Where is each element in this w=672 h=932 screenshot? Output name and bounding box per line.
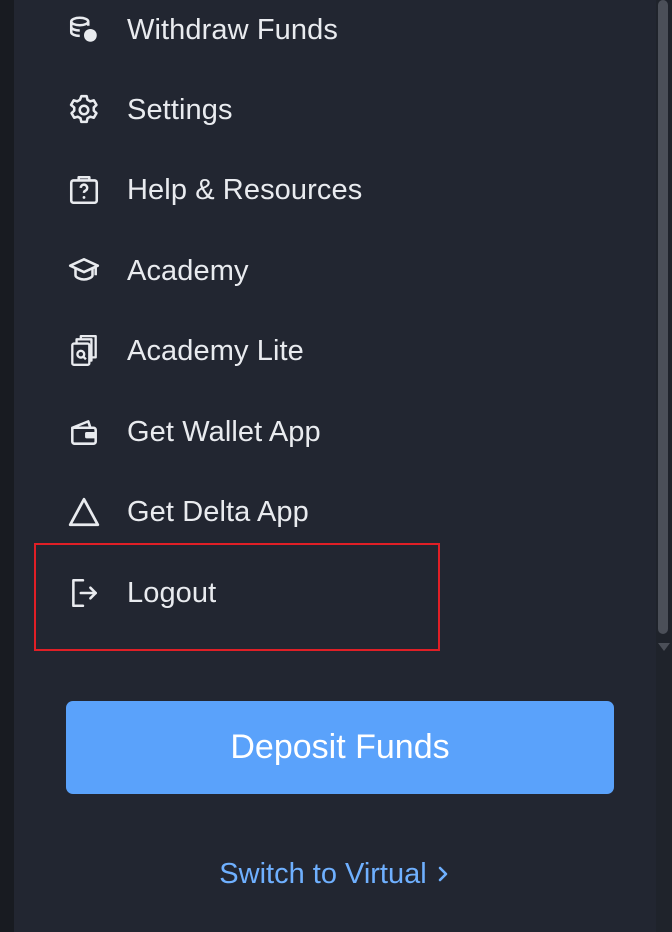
scrollbar-thumb[interactable] bbox=[658, 0, 668, 634]
menu-item-get-delta-app[interactable]: Get Delta App bbox=[14, 472, 656, 552]
scroll-down-arrow-icon[interactable] bbox=[658, 643, 670, 651]
menu-item-help-resources[interactable]: Help & Resources bbox=[14, 150, 656, 230]
help-icon bbox=[66, 172, 102, 208]
menu-item-settings[interactable]: Settings bbox=[14, 70, 656, 150]
menu-item-label: Help & Resources bbox=[127, 173, 363, 206]
menu-item-label: Get Delta App bbox=[127, 495, 309, 528]
coins-icon bbox=[66, 12, 102, 48]
left-edge bbox=[0, 0, 14, 932]
deposit-funds-button[interactable]: Deposit Funds bbox=[66, 701, 614, 794]
switch-to-virtual-label: Switch to Virtual bbox=[219, 858, 427, 890]
gear-icon bbox=[66, 92, 102, 128]
menu-item-label: Withdraw Funds bbox=[127, 13, 338, 46]
side-menu-panel: Withdraw Funds Settings Help & Resources… bbox=[14, 0, 656, 932]
menu-item-academy[interactable]: Academy bbox=[14, 231, 656, 311]
book-stack-icon bbox=[66, 333, 102, 369]
scrollbar[interactable] bbox=[656, 0, 672, 932]
menu-item-get-wallet-app[interactable]: Get Wallet App bbox=[14, 392, 656, 472]
logout-highlight-box bbox=[34, 543, 440, 651]
menu-item-withdraw-funds[interactable]: Withdraw Funds bbox=[14, 0, 656, 70]
chevron-right-icon bbox=[438, 866, 447, 882]
menu-item-label: Get Wallet App bbox=[127, 415, 321, 448]
wallet-icon bbox=[66, 414, 102, 450]
switch-to-virtual-link[interactable]: Switch to Virtual bbox=[14, 858, 656, 891]
delta-triangle-icon bbox=[66, 494, 102, 530]
menu-item-label: Academy bbox=[127, 254, 249, 287]
menu-item-label: Academy Lite bbox=[127, 334, 304, 367]
menu-item-academy-lite[interactable]: Academy Lite bbox=[14, 311, 656, 391]
graduation-cap-icon bbox=[66, 253, 102, 289]
menu-item-label: Settings bbox=[127, 93, 233, 126]
